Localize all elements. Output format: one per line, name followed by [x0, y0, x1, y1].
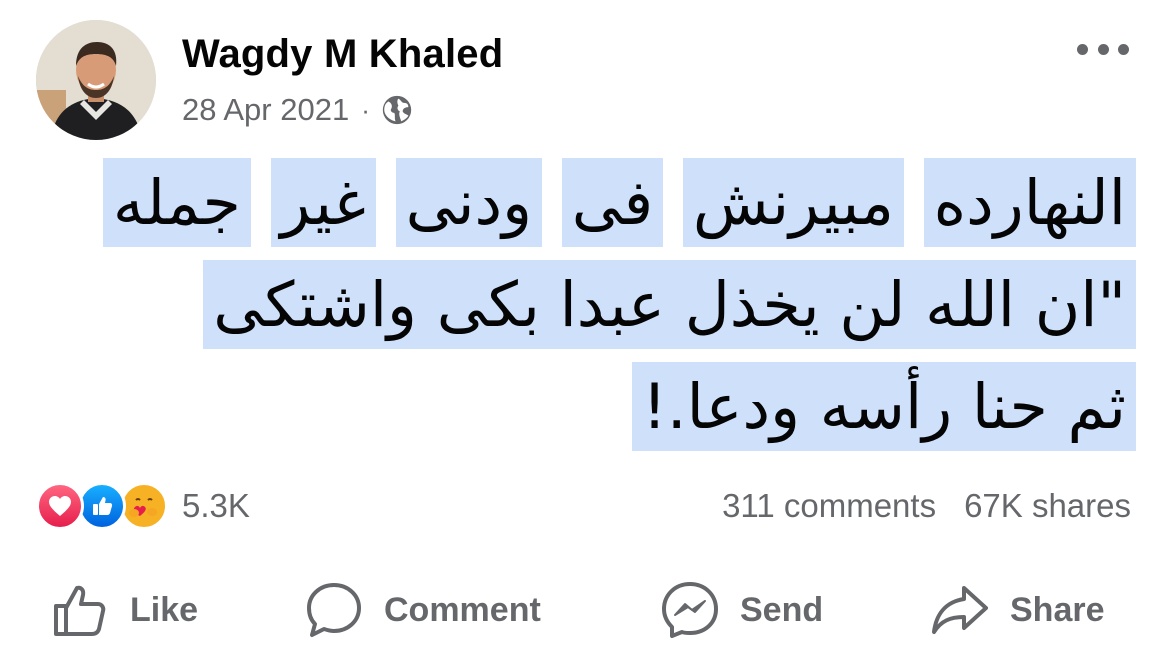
post-action-bar: Like Comment Send Share: [0, 578, 1169, 642]
more-options-dot: [1097, 43, 1109, 55]
love-reaction-icon: [36, 482, 84, 530]
message-word: فى: [561, 158, 664, 247]
like-label: Like: [130, 590, 199, 629]
message-word: النهارده: [923, 158, 1136, 247]
like-button[interactable]: Like: [50, 578, 198, 642]
shares-count-link[interactable]: 67K shares: [964, 487, 1131, 525]
message-word: جمله: [102, 158, 251, 247]
engagement-stats: 311 comments 67K shares: [722, 482, 1131, 530]
reactions-summary[interactable]: 5.3K: [36, 482, 250, 530]
message-word: ودنى: [395, 158, 543, 247]
comment-button[interactable]: Comment: [304, 578, 541, 642]
messenger-icon: [662, 582, 718, 638]
more-options-dot: [1118, 43, 1129, 55]
message-word: مبيرنش: [682, 158, 904, 247]
more-options-button[interactable]: [1077, 36, 1129, 62]
care-reaction-icon: [120, 482, 168, 530]
post-message: النهارده مبيرنش فى ودنى غير جمله "ان الله…: [40, 152, 1136, 458]
share-label: Share: [1010, 590, 1105, 629]
comment-label: Comment: [384, 590, 541, 629]
post-meta: 28 Apr 2021 ·: [182, 88, 414, 132]
avatar-photo: [36, 20, 156, 140]
author-name[interactable]: Wagdy M Khaled: [182, 32, 503, 77]
globe-icon: [382, 95, 412, 125]
author-avatar[interactable]: [36, 20, 156, 140]
more-options-icon: [1077, 43, 1088, 55]
like-icon: [54, 585, 106, 636]
comment-icon: [307, 583, 361, 637]
share-button[interactable]: Share: [930, 578, 1105, 642]
facebook-post: Wagdy M Khaled 28 Apr 2021 · النهارده مب…: [0, 0, 1169, 661]
meta-separator: ·: [361, 94, 370, 125]
message-word: غير: [270, 158, 376, 247]
message-line: ثم حنا رأسه ودعا.!: [632, 362, 1136, 451]
send-label: Send: [740, 590, 824, 629]
send-button[interactable]: Send: [660, 578, 823, 642]
reaction-count: 5.3K: [182, 487, 250, 524]
like-reaction-icon: [78, 482, 126, 530]
share-icon: [932, 586, 988, 634]
comments-count-link[interactable]: 311 comments: [722, 487, 936, 525]
post-date[interactable]: 28 Apr 2021: [182, 92, 349, 128]
message-line: "ان الله لن يخذل عبدا بكى واشتكى: [203, 260, 1136, 349]
